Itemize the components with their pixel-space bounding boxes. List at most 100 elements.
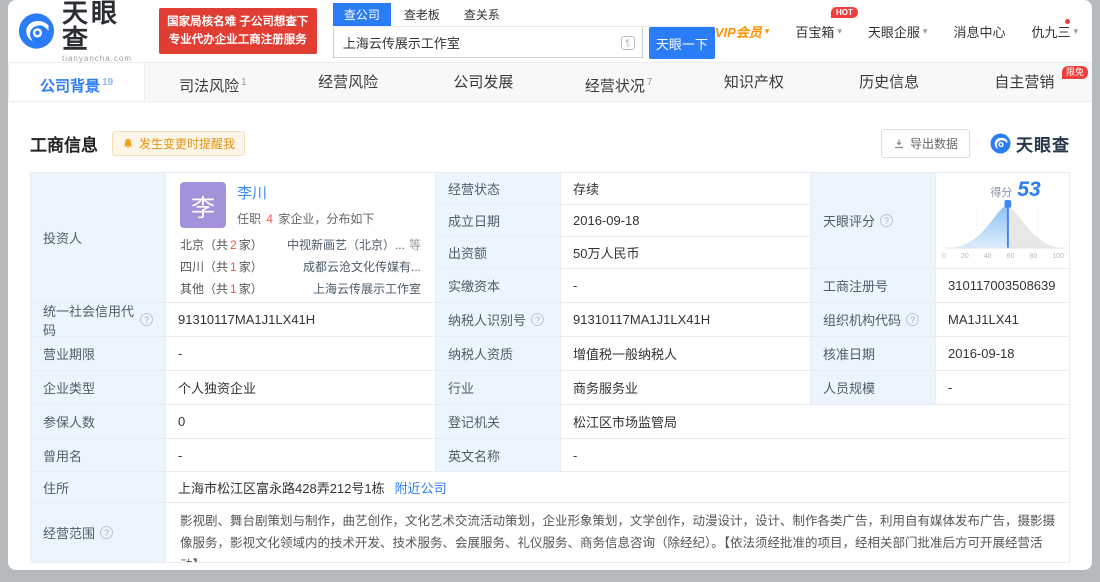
search-tabs: 查公司 查老板 查关系 — [332, 3, 715, 27]
field-value-english-name: - — [561, 439, 1070, 472]
related-company-link[interactable]: 中视新画艺（北京）... 等 — [287, 234, 421, 256]
field-label-tax-quality: 纳税人资质 — [436, 337, 561, 371]
business-info-table: 投资人 李 李川 任职 4 家企业，分布如下 北京（共 2 家） 中视新画艺（北京）… — [30, 172, 1070, 563]
search-button[interactable]: 天眼一下 — [648, 27, 715, 59]
tab-judicial-risk[interactable]: 司法风险 1 — [145, 63, 280, 101]
field-label-paid-in: 实缴资本 — [436, 269, 561, 303]
tianyancha-brand-icon — [990, 133, 1011, 154]
field-value-term: - — [166, 337, 436, 371]
section-header: 工商信息 发生变更时提醒我 导出数据 天眼查 — [30, 129, 1070, 158]
tab-self-marketing[interactable]: 自主营销 限免 — [957, 63, 1092, 101]
search-tab-company[interactable]: 查公司 — [332, 3, 391, 26]
search-tab-boss[interactable]: 查老板 — [393, 3, 451, 26]
nav-username[interactable]: 仇九三 ▾ — [1031, 18, 1078, 41]
nearby-companies-link[interactable]: 附近公司 — [395, 478, 447, 497]
chevron-down-icon: ▾ — [922, 25, 928, 36]
field-value-capital: 50万人民币 — [561, 237, 811, 269]
investor-summary: 任职 4 家企业，分布如下 — [237, 212, 375, 226]
field-label-insured: 参保人数 — [31, 405, 166, 439]
info-icon[interactable]: ? — [140, 313, 153, 326]
change-alert-badge[interactable]: 发生变更时提醒我 — [112, 131, 246, 156]
free-badge: 限免 — [1061, 66, 1088, 79]
chevron-down-icon: ▾ — [764, 25, 770, 36]
tab-operating-risk[interactable]: 经营风险 — [281, 63, 416, 101]
tianyancha-page: 天眼查 tianyancha.com 国家局核名难 子公司想查下 专业代办企业工… — [8, 0, 1092, 570]
field-label-tyc-score: 天眼评分 ? — [811, 173, 936, 269]
field-label-term: 营业期限 — [31, 337, 166, 371]
tab-history-info[interactable]: 历史信息 — [822, 63, 957, 101]
nav-enterprise[interactable]: 天眼企服 ▾ — [868, 22, 928, 41]
nav-toolbox[interactable]: 百宝箱 ▾ HOT — [795, 6, 858, 41]
nav-messages[interactable]: 消息中心 — [953, 22, 1005, 41]
info-icon[interactable]: ? — [906, 313, 920, 326]
site-header: 天眼查 tianyancha.com 国家局核名难 子公司想查下 专业代办企业工… — [8, 0, 1092, 62]
search-input[interactable] — [332, 28, 643, 58]
field-label-uscc: 统一社会信用代码? — [31, 303, 166, 337]
download-icon — [894, 139, 903, 148]
tyc-score-chart-cell: 得分 53 0 20 40 60 80 100 — [936, 173, 1070, 269]
field-label-authority: 登记机关 — [436, 405, 561, 439]
score-word: 得分 — [990, 187, 1013, 199]
field-value-status: 存续 — [561, 173, 811, 205]
field-label-business-scope: 经营范围? — [31, 503, 166, 563]
ad-banner[interactable]: 国家局核名难 子公司想查下 专业代办企业工商注册服务 — [158, 7, 317, 55]
field-label-approved: 核准日期 — [811, 337, 936, 371]
field-value-authority: 松江区市场监管局 — [561, 405, 1070, 439]
field-label-capital: 出资额 — [436, 237, 561, 269]
field-label-former-name: 曾用名 — [31, 439, 166, 472]
field-value-established: 2016-09-18 — [561, 205, 811, 237]
tab-operating-status[interactable]: 经营状况 7 — [551, 63, 686, 101]
nav-vip[interactable]: VIP会员 ▾ — [715, 22, 770, 41]
search-area: 查公司 查老板 查关系 ¶ 天眼一下 — [332, 3, 715, 59]
field-label-status: 经营状态 — [436, 173, 561, 205]
field-label-english-name: 英文名称 — [436, 439, 561, 472]
field-label-industry: 行业 — [436, 371, 561, 405]
tab-count: 1 — [241, 77, 247, 88]
hot-badge: HOT — [831, 6, 858, 18]
tab-count: 7 — [646, 77, 653, 88]
tab-company-development[interactable]: 公司发展 — [416, 63, 551, 101]
notification-dot — [1065, 18, 1070, 24]
field-value-industry: 商务服务业 — [561, 371, 811, 405]
avatar[interactable]: 李 — [180, 182, 226, 228]
investor-name-link[interactable]: 李川 — [237, 182, 374, 203]
export-data-button[interactable]: 导出数据 — [880, 129, 970, 158]
header-nav: VIP会员 ▾ 百宝箱 ▾ HOT 天眼企服 ▾ 消息中心 仇九三 ▾ — [715, 6, 1078, 41]
field-value-tax-quality: 增值税一般纳税人 — [561, 337, 811, 371]
section-title: 工商信息 — [30, 136, 98, 155]
field-value-reg-no: 310117003508639 — [936, 269, 1070, 303]
chevron-down-icon: ▾ — [837, 25, 842, 36]
field-label-reg-no: 工商注册号 — [811, 269, 936, 303]
field-value-paid-in: - — [561, 269, 811, 303]
tianyancha-logo[interactable]: 天眼查 tianyancha.com — [18, 0, 147, 63]
tianyancha-logo-icon — [18, 13, 55, 49]
ad-banner-line1: 国家局核名难 子公司想查下 — [167, 15, 309, 28]
field-value-tax-id: 91310117MA1J1LX41H — [561, 303, 811, 337]
related-company-link[interactable]: 成都云沧文化传媒有... — [303, 256, 421, 278]
chevron-down-icon: ▾ — [1073, 25, 1078, 36]
brand-text: 天眼查 — [1016, 136, 1070, 155]
info-icon[interactable]: ? — [100, 526, 114, 539]
investor-region-row: 四川（共 1 家） 成都云沧文化传媒有... — [180, 256, 421, 278]
tab-company-background[interactable]: 公司背景 19 — [8, 63, 146, 101]
field-value-uscc: 91310117MA1J1LX41H — [166, 303, 436, 337]
advanced-search-icon[interactable]: ¶ — [620, 36, 635, 50]
info-icon[interactable]: ? — [880, 214, 894, 227]
field-value-address: 上海市松江区富永路428弄212号1栋 附近公司 — [166, 472, 1070, 503]
bell-icon — [124, 138, 132, 148]
field-label-established: 成立日期 — [436, 205, 561, 237]
investor-region-row: 其他（共 1 家） 上海云传展示工作室 — [180, 278, 421, 300]
field-value-business-scope: 影视剧、舞台剧策划与制作，曲艺创作，文化艺术交流活动策划，企业形象策划，文学创作… — [166, 503, 1070, 563]
tab-intellectual-property[interactable]: 知识产权 — [686, 63, 821, 101]
ad-banner-line2: 专业代办企业工商注册服务 — [168, 34, 307, 46]
search-tab-relation[interactable]: 查关系 — [453, 3, 511, 26]
score-axis-ticks: 0 20 40 60 80 100 — [942, 253, 1064, 260]
info-icon[interactable]: ? — [531, 313, 545, 326]
field-label-address: 住所 — [31, 472, 166, 503]
brand-watermark: 天眼查 — [990, 131, 1070, 156]
tab-count: 19 — [102, 77, 114, 88]
company-tabbar: 公司背景 19 司法风险 1 经营风险 公司发展 经营状况 7 知识产权 历史信息 自… — [8, 62, 1092, 102]
investor-region-row: 北京（共 2 家） 中视新画艺（北京）... 等 — [180, 234, 421, 256]
related-company-link[interactable]: 上海云传展示工作室 — [313, 278, 421, 300]
field-label-tax-id: 纳税人识别号? — [436, 303, 561, 337]
